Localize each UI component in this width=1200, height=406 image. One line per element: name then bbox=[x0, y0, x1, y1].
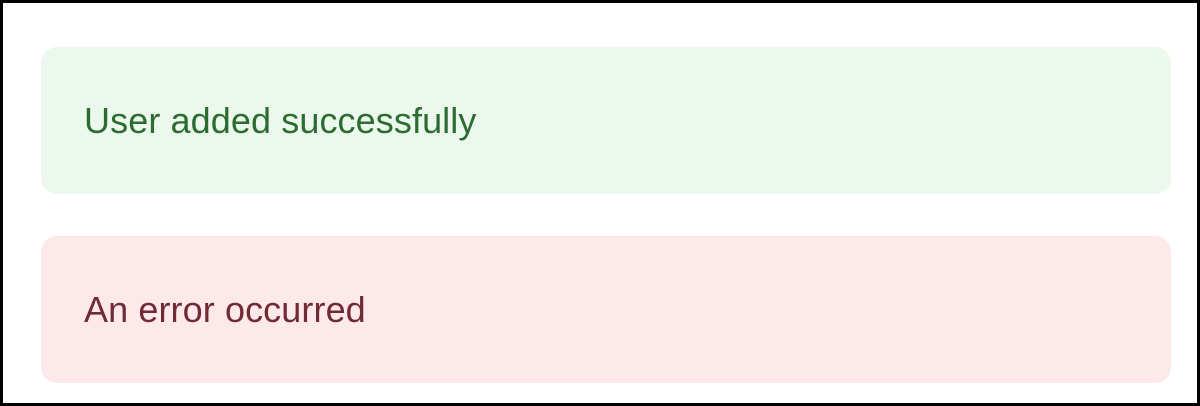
page-frame: User added successfully An error occurre… bbox=[0, 0, 1200, 406]
success-alert: User added successfully bbox=[41, 47, 1171, 194]
success-alert-message: User added successfully bbox=[84, 99, 477, 141]
error-alert-message: An error occurred bbox=[84, 288, 366, 330]
error-alert: An error occurred bbox=[41, 236, 1171, 383]
